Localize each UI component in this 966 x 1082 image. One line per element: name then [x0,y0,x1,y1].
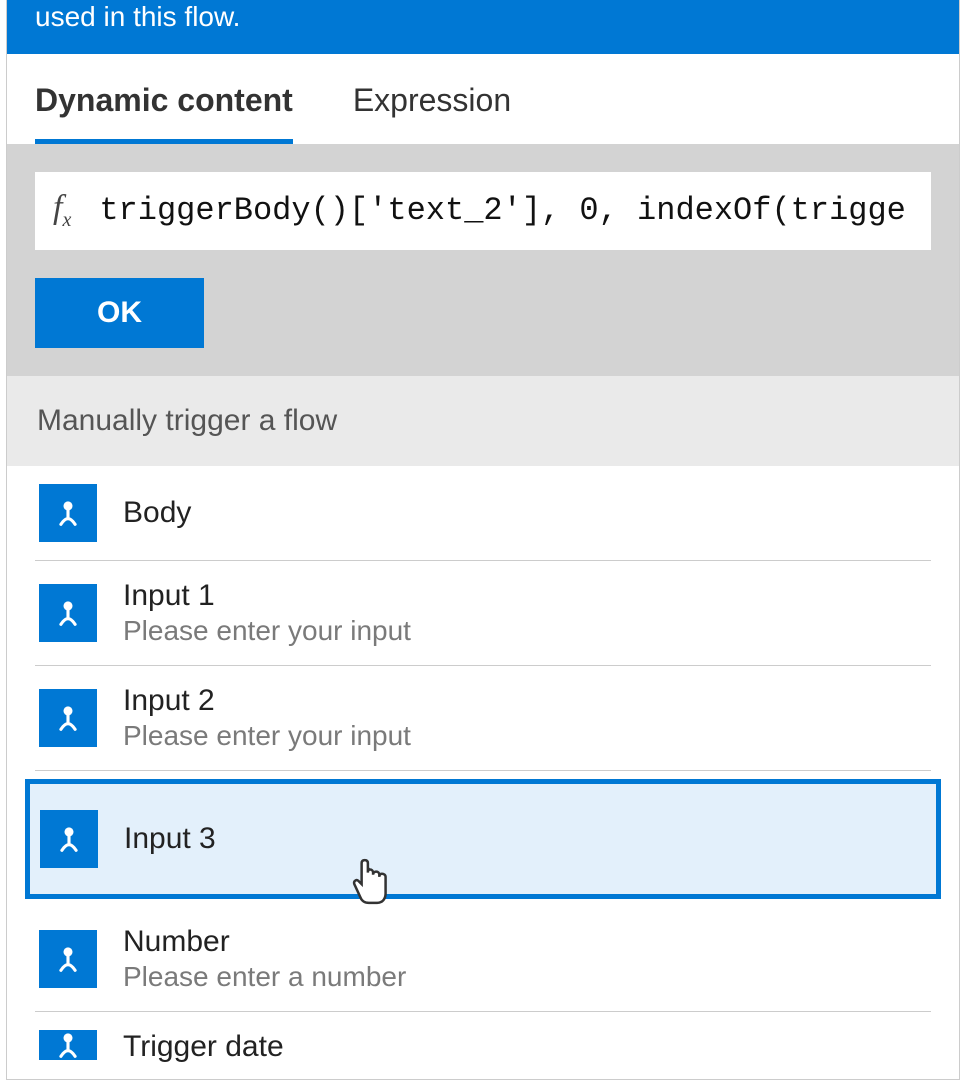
tabs: Dynamic content Expression [7,54,959,144]
trigger-icon [40,810,98,868]
expression-area: fx triggerBody()['text_2'], 0, indexOf(t… [7,144,959,376]
fx-icon: fx [53,189,71,232]
item-desc: Please enter your input [123,615,411,647]
item-desc: Please enter a number [123,961,406,993]
item-number[interactable]: Number Please enter a number [35,907,931,1012]
banner-text: used in this flow. [35,1,240,32]
trigger-icon [39,689,97,747]
trigger-icon [39,1030,97,1060]
info-banner: used in this flow. [7,0,959,54]
item-trigger-date[interactable]: Trigger date [35,1012,931,1082]
item-title: Input 1 [123,579,411,613]
item-title: Number [123,925,406,959]
item-body[interactable]: Body [35,466,931,561]
trigger-icon [39,484,97,542]
item-title: Input 3 [124,822,216,856]
dynamic-content-list: Body Input 1 Please enter your input [7,466,959,1082]
section-header: Manually trigger a flow [7,376,959,466]
item-input-2[interactable]: Input 2 Please enter your input [35,666,931,771]
item-title: Body [123,496,191,530]
ok-button[interactable]: OK [35,278,204,348]
tab-dynamic-content[interactable]: Dynamic content [35,82,293,144]
trigger-icon [39,584,97,642]
item-input-3[interactable]: Input 3 [25,779,941,899]
item-input-1[interactable]: Input 1 Please enter your input [35,561,931,666]
expression-input[interactable]: fx triggerBody()['text_2'], 0, indexOf(t… [35,172,931,250]
trigger-icon [39,930,97,988]
tab-expression[interactable]: Expression [353,82,511,144]
item-title: Trigger date [123,1030,284,1064]
item-title: Input 2 [123,684,411,718]
expression-text: triggerBody()['text_2'], 0, indexOf(trig… [99,192,906,229]
item-desc: Please enter your input [123,720,411,752]
